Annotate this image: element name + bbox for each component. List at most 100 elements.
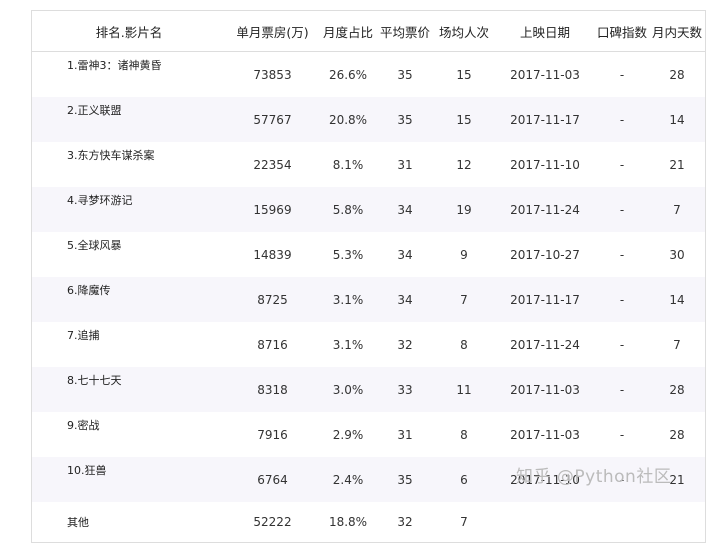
monthly-box-office: 14839 bbox=[253, 247, 292, 262]
movie-name: 7.追捕 bbox=[67, 329, 100, 342]
monthly-box-office: 22354 bbox=[253, 157, 292, 172]
avg-price: 34 bbox=[377, 187, 433, 232]
release-date: 2017-11-17 bbox=[495, 277, 595, 322]
avg-price: 35 bbox=[377, 457, 433, 502]
release-date: 2017-11-24 bbox=[495, 187, 595, 232]
col-header-avg-attendance[interactable]: 场均人次 bbox=[433, 11, 495, 52]
table-row: 6.降魔传 8725 3.1% 34 7 2017-11-17 - 14 bbox=[32, 277, 705, 322]
table-row: 8.七十七天 8318 3.0% 33 11 2017-11-03 - 28 bbox=[32, 367, 705, 412]
avg-attendance: 8 bbox=[460, 427, 468, 442]
monthly-share: 26.6% bbox=[328, 67, 368, 82]
monthly-share: 3.0% bbox=[319, 367, 377, 412]
watermark-text: 知乎 @Python社区 bbox=[516, 467, 672, 487]
avg-attendance: 15 bbox=[456, 67, 472, 82]
release-date: 2017-11-03 bbox=[510, 67, 580, 82]
days-in-month: 7 bbox=[649, 187, 705, 232]
movie-name: 其他 bbox=[67, 516, 89, 529]
col-header-reputation-index[interactable]: 口碑指数 bbox=[595, 11, 649, 52]
reputation-index: - bbox=[619, 157, 625, 172]
reputation-index: - bbox=[619, 247, 625, 262]
table-row: 7.追捕 8716 3.1% 32 8 2017-11-24 - 7 bbox=[32, 322, 705, 367]
monthly-box-office: 8716 bbox=[257, 337, 288, 352]
table-row: 3.东方快车谋杀案 22354 8.1% 31 12 2017-11-10 - … bbox=[32, 142, 705, 187]
days-in-month: 14 bbox=[649, 97, 705, 142]
avg-price: 34 bbox=[397, 247, 413, 262]
release-date bbox=[495, 502, 595, 542]
col-header-release-date[interactable]: 上映日期 bbox=[495, 11, 595, 52]
movie-name: 10.狂兽 bbox=[32, 457, 226, 502]
avg-price: 32 bbox=[397, 337, 413, 352]
days-in-month: 7 bbox=[673, 337, 681, 352]
monthly-box-office: 8318 bbox=[226, 367, 319, 412]
release-date: 2017-11-17 bbox=[495, 97, 595, 142]
monthly-share: 18.8% bbox=[328, 515, 368, 529]
avg-price: 31 bbox=[397, 427, 413, 442]
monthly-box-office: 7916 bbox=[257, 427, 288, 442]
monthly-share: 2.4% bbox=[319, 457, 377, 502]
movie-name: 3.东方快车谋杀案 bbox=[67, 149, 155, 162]
reputation-index: - bbox=[619, 337, 625, 352]
movie-name: 1.雷神3：诸神黄昏 bbox=[67, 59, 162, 72]
release-date: 2017-11-24 bbox=[510, 337, 580, 352]
col-header-monthly-share[interactable]: 月度占比 bbox=[319, 11, 377, 52]
avg-attendance: 6 bbox=[433, 457, 495, 502]
avg-price: 31 bbox=[397, 157, 413, 172]
release-date: 2017-11-03 bbox=[510, 427, 580, 442]
avg-price: 35 bbox=[377, 97, 433, 142]
movie-name: 9.密战 bbox=[67, 419, 100, 432]
days-in-month: 28 bbox=[649, 367, 705, 412]
days-in-month: 28 bbox=[669, 427, 685, 442]
table-row: 9.密战 7916 2.9% 31 8 2017-11-03 - 28 bbox=[32, 412, 705, 457]
movie-name: 5.全球风暴 bbox=[67, 239, 122, 252]
days-in-month: 21 bbox=[669, 157, 685, 172]
movie-name: 2.正义联盟 bbox=[32, 97, 226, 142]
release-date: 2017-11-03 bbox=[495, 367, 595, 412]
monthly-box-office: 6764 bbox=[226, 457, 319, 502]
monthly-share: 8.1% bbox=[332, 157, 364, 172]
release-date: 2017-11-10 bbox=[510, 157, 580, 172]
reputation-index: - bbox=[595, 187, 649, 232]
avg-price: 32 bbox=[397, 515, 413, 529]
monthly-share: 5.3% bbox=[332, 247, 364, 262]
col-header-days-in-month[interactable]: 月内天数 bbox=[649, 11, 705, 52]
col-header-avg-price[interactable]: 平均票价 bbox=[377, 11, 433, 52]
col-header-monthly-box-office[interactable]: 单月票房(万) bbox=[226, 11, 319, 52]
avg-attendance: 7 bbox=[433, 277, 495, 322]
days-in-month: 30 bbox=[669, 247, 685, 262]
movie-name: 4.寻梦环游记 bbox=[32, 187, 226, 232]
monthly-share: 3.1% bbox=[332, 337, 364, 352]
avg-attendance: 19 bbox=[433, 187, 495, 232]
reputation-index: - bbox=[595, 367, 649, 412]
avg-attendance: 7 bbox=[460, 515, 468, 529]
avg-attendance: 8 bbox=[460, 337, 468, 352]
table-header-row: 排名.影片名 单月票房(万) 月度占比 平均票价 场均人次 上映日期 口碑指数 … bbox=[32, 11, 705, 52]
avg-price: 34 bbox=[377, 277, 433, 322]
movie-name: 6.降魔传 bbox=[32, 277, 226, 322]
days-in-month: 14 bbox=[649, 277, 705, 322]
monthly-box-office: 52222 bbox=[253, 515, 292, 529]
avg-attendance: 11 bbox=[433, 367, 495, 412]
avg-attendance: 15 bbox=[433, 97, 495, 142]
reputation-index: - bbox=[619, 67, 625, 82]
days-in-month: 28 bbox=[669, 67, 685, 82]
monthly-box-office: 57767 bbox=[226, 97, 319, 142]
col-header-rank-title[interactable]: 排名.影片名 bbox=[32, 11, 226, 52]
monthly-box-office: 73853 bbox=[253, 67, 292, 82]
monthly-box-office: 8725 bbox=[226, 277, 319, 322]
table-row: 1.雷神3：诸神黄昏 73853 26.6% 35 15 2017-11-03 … bbox=[32, 52, 705, 98]
monthly-share: 2.9% bbox=[332, 427, 364, 442]
reputation-index: - bbox=[595, 277, 649, 322]
table-row-other: 其他 52222 18.8% 32 7 bbox=[32, 502, 705, 542]
table-row: 2.正义联盟 57767 20.8% 35 15 2017-11-17 - 14 bbox=[32, 97, 705, 142]
monthly-share: 20.8% bbox=[319, 97, 377, 142]
release-date: 2017-10-27 bbox=[510, 247, 580, 262]
avg-attendance: 12 bbox=[456, 157, 472, 172]
avg-price: 35 bbox=[397, 67, 413, 82]
movie-name: 8.七十七天 bbox=[32, 367, 226, 412]
days-in-month bbox=[649, 502, 705, 542]
reputation-index: - bbox=[619, 427, 625, 442]
avg-price: 33 bbox=[377, 367, 433, 412]
table-row: 4.寻梦环游记 15969 5.8% 34 19 2017-11-24 - 7 bbox=[32, 187, 705, 232]
table-row: 5.全球风暴 14839 5.3% 34 9 2017-10-27 - 30 bbox=[32, 232, 705, 277]
avg-attendance: 9 bbox=[460, 247, 468, 262]
